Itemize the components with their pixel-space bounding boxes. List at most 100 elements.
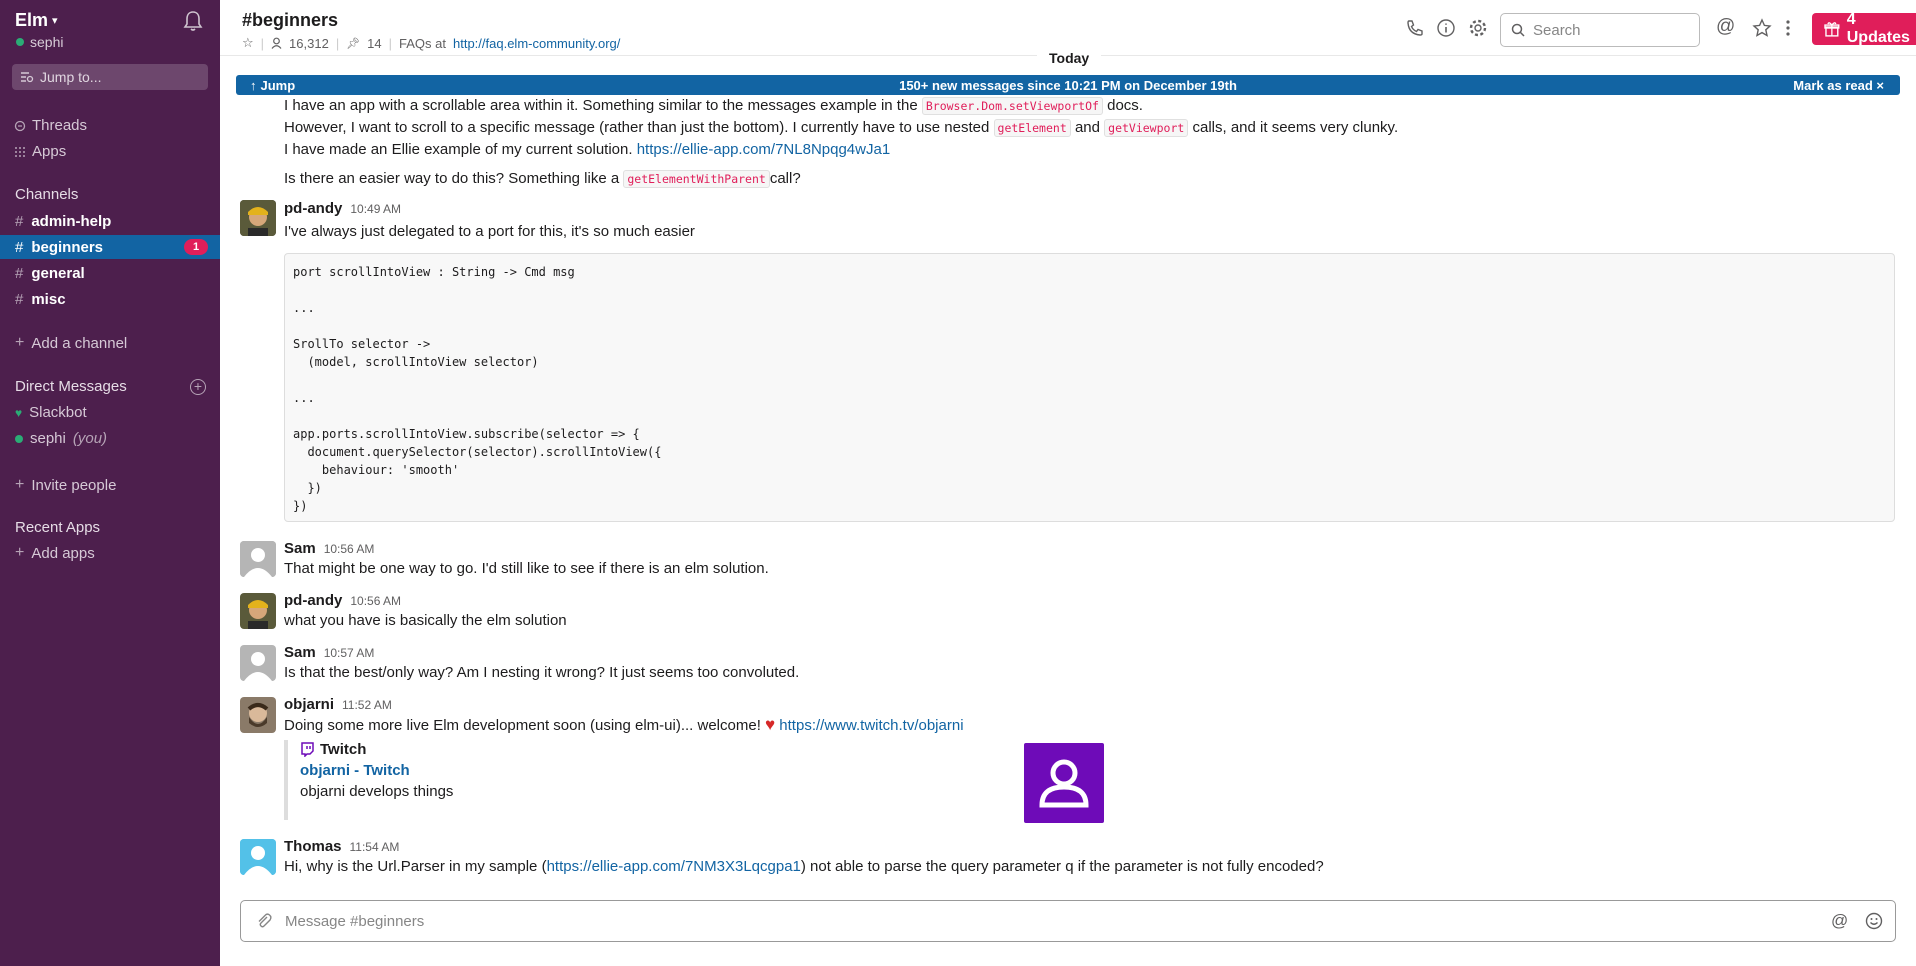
message-text: I have made an Ellie example of my curre…: [284, 141, 891, 158]
faq-link[interactable]: http://faq.elm-community.org/: [453, 36, 620, 51]
plus-icon: +: [15, 334, 25, 351]
inline-code: getElementWithParent: [623, 170, 770, 188]
sidebar-item-misc[interactable]: # misc: [0, 287, 220, 311]
message-time[interactable]: 10:56 AM: [350, 594, 401, 608]
invite-people-button[interactable]: + Invite people: [15, 476, 116, 494]
mentions-icon[interactable]: @: [1716, 16, 1738, 37]
direct-messages-title[interactable]: Direct Messages: [15, 378, 127, 395]
add-channel-button[interactable]: + Add a channel: [15, 334, 127, 352]
preview-title-link[interactable]: objarni - Twitch: [300, 762, 884, 779]
workspace-title: Elm: [15, 10, 49, 30]
jump-to-input[interactable]: Jump to...: [12, 64, 208, 90]
updates-button[interactable]: 4 Updates: [1812, 11, 1916, 46]
sidebar-item-beginners[interactable]: # beginners 1: [0, 235, 220, 259]
avatar[interactable]: [240, 645, 276, 681]
sidebar-item-threads[interactable]: Threads: [14, 117, 87, 134]
channel-name: misc: [31, 290, 66, 308]
sidebar-item-general[interactable]: # general: [0, 261, 220, 285]
author-name[interactable]: Thomas: [284, 838, 342, 855]
channel-title[interactable]: #beginners: [242, 10, 338, 31]
add-channel-label: Add a channel: [31, 334, 128, 352]
member-count[interactable]: 16,312: [289, 36, 329, 51]
hash-icon: #: [15, 290, 24, 308]
workspace-name[interactable]: Elm ▾: [15, 10, 58, 31]
message-text: Hi, why is the Url.Parser in my sample (…: [284, 858, 1324, 875]
star-icon[interactable]: ☆: [242, 35, 254, 51]
avatar[interactable]: [240, 697, 276, 733]
message-author[interactable]: pd-andy 10:56 AM: [284, 592, 401, 609]
add-apps-label: Add apps: [31, 544, 95, 562]
search-input[interactable]: Search: [1500, 13, 1700, 47]
channel-name: beginners: [31, 238, 104, 256]
divider: |: [388, 35, 393, 51]
twitch-link[interactable]: https://www.twitch.tv/objarni: [779, 717, 963, 734]
message-time[interactable]: 10:57 AM: [324, 646, 375, 660]
message-time[interactable]: 10:56 AM: [324, 542, 375, 556]
ellie-link[interactable]: https://ellie-app.com/7NM3X3Lqcgpa1: [547, 858, 801, 875]
message-time[interactable]: 11:54 AM: [350, 840, 400, 854]
message-text: Is that the best/only way? Am I nesting …: [284, 664, 800, 681]
apps-label: Apps: [32, 143, 67, 160]
mark-as-read-button[interactable]: Mark as read ×: [1793, 78, 1884, 93]
close-icon[interactable]: ×: [1876, 78, 1884, 93]
author-name[interactable]: pd-andy: [284, 592, 342, 609]
message-author[interactable]: Thomas 11:54 AM: [284, 838, 399, 855]
workspace-user[interactable]: sephi: [16, 34, 63, 50]
info-icon[interactable]: [1436, 18, 1456, 38]
message-placeholder: Message #beginners: [285, 913, 425, 930]
bell-icon[interactable]: [183, 10, 203, 32]
avatar[interactable]: [240, 593, 276, 629]
avatar[interactable]: [240, 200, 276, 236]
message-text: However, I want to scroll to a specific …: [284, 119, 1399, 137]
author-name[interactable]: objarni: [284, 696, 334, 713]
message-input[interactable]: Message #beginners @: [240, 900, 1896, 942]
mention-icon[interactable]: @: [1831, 912, 1849, 930]
search-placeholder: Search: [1533, 21, 1581, 39]
dm-name: Slackbot: [29, 404, 87, 421]
sidebar-item-apps[interactable]: Apps: [14, 143, 66, 160]
preview-service-name: Twitch: [320, 741, 367, 758]
faq-prefix: FAQs at: [399, 35, 446, 51]
channels-section-title[interactable]: Channels: [15, 186, 78, 203]
message-author[interactable]: Sam 10:56 AM: [284, 540, 374, 557]
channel-header: #beginners ☆ | 16,312 | 📌︎ 14 | FAQs at …: [220, 0, 1916, 56]
phone-icon[interactable]: [1405, 18, 1425, 38]
avatar-pd-andy: [240, 593, 276, 629]
more-vertical-icon[interactable]: [1784, 18, 1792, 38]
unread-badge: 1: [184, 239, 208, 255]
hash-icon: #: [15, 212, 24, 230]
avatar[interactable]: [240, 541, 276, 577]
message-author[interactable]: Sam 10:57 AM: [284, 644, 374, 661]
add-apps-button[interactable]: + Add apps: [15, 544, 95, 562]
message-author[interactable]: objarni 11:52 AM: [284, 696, 392, 713]
message-time[interactable]: 10:49 AM: [350, 202, 401, 216]
message-author[interactable]: pd-andy 10:49 AM: [284, 200, 401, 217]
add-dm-icon[interactable]: +: [190, 379, 206, 395]
star-icon[interactable]: [1752, 18, 1772, 38]
ellie-link[interactable]: https://ellie-app.com/7NL8Npqg4wJa1: [637, 141, 890, 158]
author-name[interactable]: Sam: [284, 540, 316, 557]
you-label: (you): [72, 430, 108, 447]
pin-count[interactable]: 14: [367, 36, 381, 51]
date-divider: Today: [1037, 50, 1102, 66]
pin-icon: 📌︎: [346, 37, 361, 50]
emoji-icon[interactable]: [1865, 912, 1883, 930]
channel-name: admin-help: [31, 212, 112, 230]
gear-icon[interactable]: [1468, 18, 1488, 38]
new-messages-banner: ↑ Jump 150+ new messages since 10:21 PM …: [236, 75, 1900, 95]
avatar[interactable]: [240, 839, 276, 875]
paperclip-icon[interactable]: [255, 912, 273, 930]
preview-description: objarni develops things: [300, 783, 454, 800]
sidebar-item-slackbot[interactable]: ♥ Slackbot: [15, 404, 87, 421]
sidebar-item-admin-help[interactable]: # admin-help: [0, 209, 220, 233]
recent-apps-title[interactable]: Recent Apps: [15, 519, 100, 536]
inline-code: getElement: [993, 119, 1071, 137]
preview-thumbnail[interactable]: [1024, 743, 1104, 823]
invite-label: Invite people: [31, 476, 117, 494]
avatar-sam: [240, 541, 276, 577]
author-name[interactable]: Sam: [284, 644, 316, 661]
message-time[interactable]: 11:52 AM: [342, 698, 392, 712]
message-text: what you have is basically the elm solut…: [284, 612, 567, 629]
sidebar-item-sephi[interactable]: sephi (you): [15, 430, 107, 447]
author-name[interactable]: pd-andy: [284, 200, 342, 217]
